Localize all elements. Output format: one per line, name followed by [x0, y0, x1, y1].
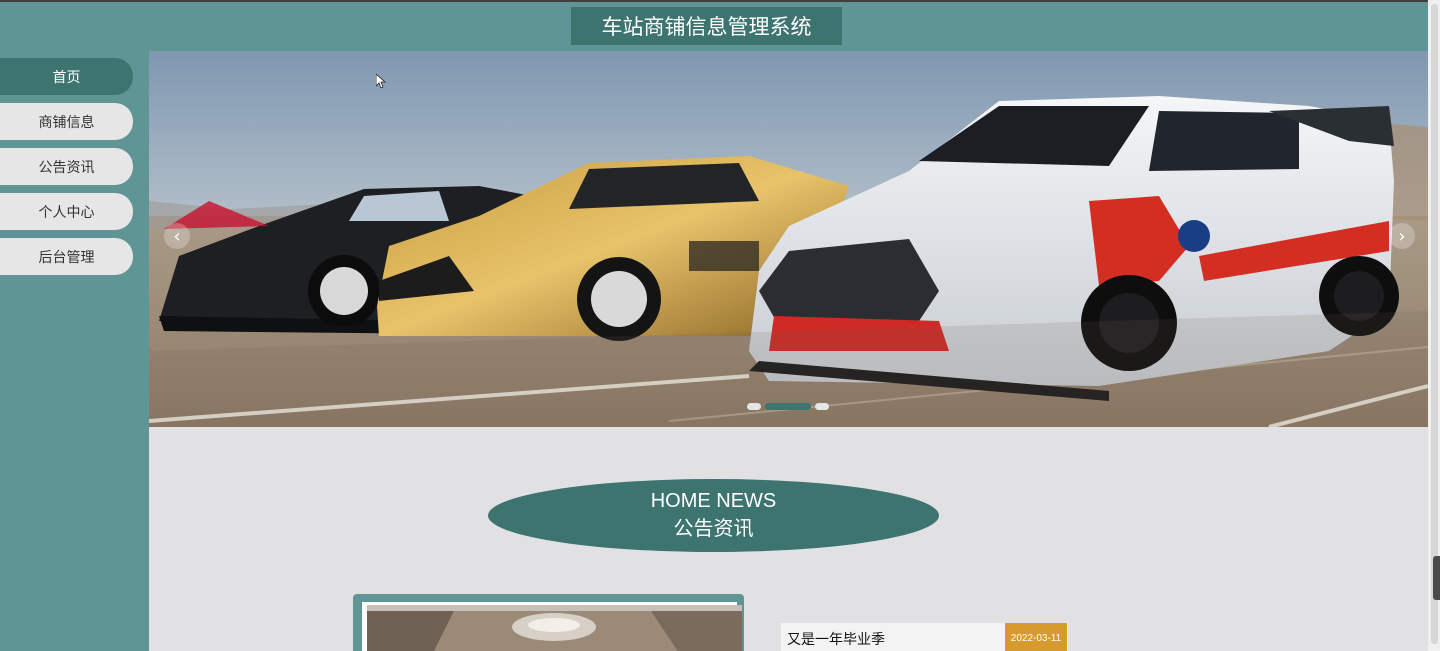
news-featured-image	[367, 605, 742, 651]
main-content: ‹ › HOME NEWS 公告资讯 又是一年毕业季 2022-03-11	[149, 51, 1428, 651]
banner-image	[149, 51, 1428, 427]
sidebar: 首页 商铺信息 公告资讯 个人中心 后台管理	[0, 51, 149, 651]
site-title: 车站商铺信息管理系统	[571, 7, 842, 45]
news-featured-image-frame	[362, 602, 742, 651]
carousel-next-button[interactable]: ›	[1389, 223, 1415, 249]
chevron-right-icon: ›	[1398, 225, 1406, 247]
news-item-date-badge: 2022-03-11	[1005, 623, 1067, 651]
floating-side-tab[interactable]	[1433, 556, 1440, 600]
vertical-scrollbar[interactable]	[1428, 0, 1440, 651]
news-heading-cn: 公告资讯	[673, 516, 754, 540]
carousel-dot[interactable]	[747, 403, 761, 410]
sidebar-item-personal-center[interactable]: 个人中心	[0, 193, 133, 230]
carousel-prev-button[interactable]: ‹	[164, 223, 190, 249]
carousel-dot[interactable]	[815, 403, 829, 410]
chevron-left-icon: ‹	[173, 225, 181, 247]
carousel-dot-active[interactable]	[765, 403, 811, 410]
page-header: 车站商铺信息管理系统	[0, 2, 1428, 51]
banner-carousel[interactable]: ‹ ›	[149, 51, 1428, 427]
sidebar-item-shop-info[interactable]: 商铺信息	[0, 103, 133, 140]
scrollbar-thumb[interactable]	[1431, 4, 1438, 644]
news-featured-card[interactable]	[353, 594, 744, 651]
sidebar-item-announcements[interactable]: 公告资讯	[0, 148, 133, 185]
news-section-heading: HOME NEWS 公告资讯	[488, 479, 939, 552]
news-heading-en: HOME NEWS	[650, 490, 777, 512]
mouse-cursor-icon	[376, 74, 386, 88]
sidebar-item-admin[interactable]: 后台管理	[0, 238, 133, 275]
news-item-title: 又是一年毕业季	[787, 632, 885, 648]
sidebar-item-home[interactable]: 首页	[0, 58, 133, 95]
carousel-indicators	[747, 403, 829, 410]
